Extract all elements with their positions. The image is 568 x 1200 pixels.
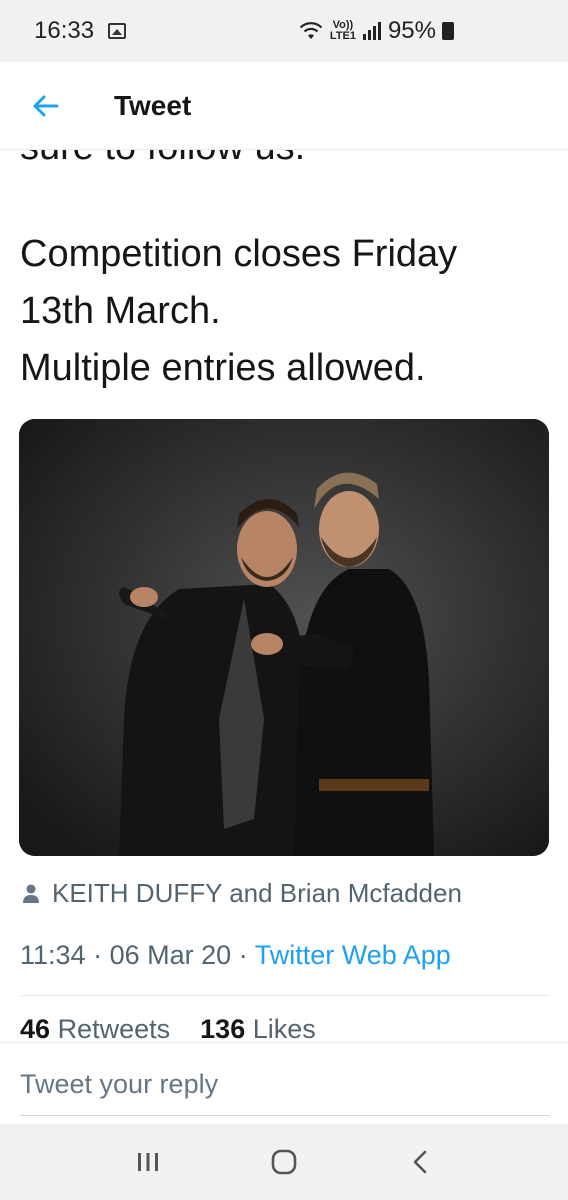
likes-count: 136 — [200, 1014, 246, 1044]
home-button[interactable] — [254, 1132, 314, 1192]
reply-bar: Tweet your reply — [0, 1042, 568, 1124]
tweet-meta: 11:34 · 06 Mar 20 · Twitter Web App — [20, 940, 451, 971]
battery-percent: 95% — [387, 17, 436, 44]
back-button[interactable] — [390, 1132, 450, 1192]
tweet-photo[interactable] — [19, 419, 549, 856]
back-arrow-icon[interactable] — [30, 91, 60, 121]
network-indicator: Vo)) LTE1 — [330, 20, 356, 42]
battery-charging-icon — [442, 22, 454, 40]
meta-separator: · — [238, 940, 248, 970]
tweet-stats: 46 Retweets 136 Likes — [20, 1014, 316, 1045]
person-icon — [23, 884, 39, 903]
tweet-text-line: Multiple entries allowed. — [20, 347, 426, 389]
tweet-text-line: Competition closes Friday — [20, 233, 458, 275]
photo-two-men-pointing — [19, 419, 549, 856]
system-nav-bar — [0, 1124, 568, 1200]
recent-apps-icon — [138, 1153, 158, 1171]
tagged-people[interactable]: KEITH DUFFY and Brian Mcfadden — [22, 878, 462, 909]
retweets-label: Retweets — [57, 1014, 171, 1044]
tweet-text: Competition closes Friday 13th March. Mu… — [20, 226, 550, 397]
recent-apps-button[interactable] — [118, 1132, 178, 1192]
likes-link[interactable]: 136 Likes — [200, 1014, 316, 1044]
gallery-notification-icon — [108, 23, 127, 39]
reply-underline — [20, 1115, 550, 1116]
divider — [20, 995, 550, 996]
page-title: Tweet — [114, 89, 192, 121]
retweets-link[interactable]: 46 Retweets — [20, 1014, 178, 1044]
back-chevron-icon — [413, 1150, 427, 1174]
tweet-time: 11:34 — [20, 940, 86, 970]
meta-separator: · — [93, 940, 103, 970]
status-time: 16:33 — [34, 17, 95, 44]
tweet-screen: 16:33 Vo)) LTE1 95% Tweet Competition cl… — [0, 0, 568, 1200]
reply-input[interactable]: Tweet your reply — [20, 1069, 218, 1100]
signal-icon — [362, 22, 381, 40]
tagged-people-label: KEITH DUFFY and Brian Mcfadden — [52, 878, 462, 908]
wifi-icon — [299, 22, 323, 39]
tweet-date: 06 Mar 20 — [109, 940, 232, 970]
tweet-text-line: 13th March. — [20, 290, 221, 332]
app-header: Tweet — [0, 62, 568, 150]
lte-label: LTE1 — [329, 30, 356, 42]
retweets-count: 46 — [20, 1014, 51, 1044]
likes-label: Likes — [252, 1014, 316, 1044]
home-icon — [271, 1149, 297, 1175]
tweet-source-link[interactable]: Twitter Web App — [255, 940, 451, 970]
status-bar: 16:33 Vo)) LTE1 95% — [0, 0, 568, 62]
